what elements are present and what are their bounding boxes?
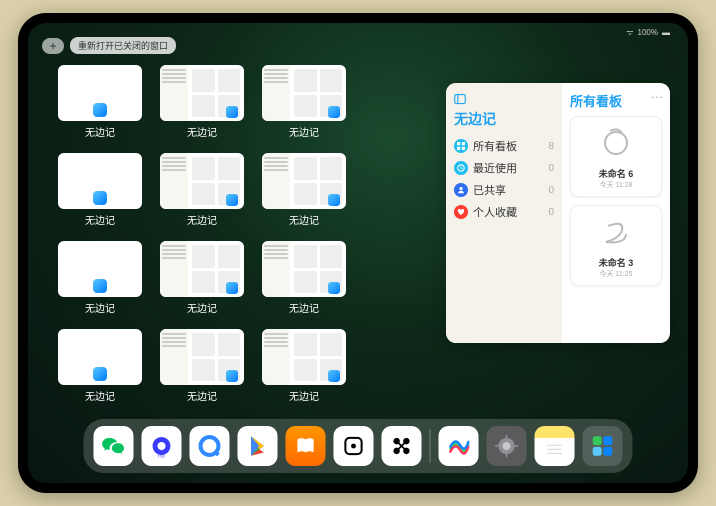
- status-bar: ᯤ 100% ▬: [626, 27, 670, 38]
- thumb-label: 无边记: [289, 124, 319, 139]
- window-thumbnail[interactable]: 无边记: [262, 329, 346, 403]
- thumb-label: 无边记: [289, 300, 319, 315]
- top-bar: + 重新打开已关闭的窗口: [42, 37, 176, 54]
- battery-icon: ▬: [662, 28, 670, 37]
- scribble-preview-icon: [591, 212, 641, 252]
- dock-app-connect[interactable]: [382, 426, 422, 466]
- dock: HD: [84, 419, 633, 473]
- menu-label: 已共享: [473, 182, 506, 198]
- thumb-label: 无边记: [85, 388, 115, 403]
- thumb-label: 无边记: [187, 300, 217, 315]
- person-icon: [454, 183, 468, 197]
- thumb-label: 无边记: [85, 300, 115, 315]
- battery-label: 100%: [638, 28, 658, 37]
- menu-count: 0: [548, 207, 554, 218]
- clock-icon: [454, 161, 468, 175]
- menu-label: 最近使用: [473, 160, 517, 176]
- grid-icon: [454, 139, 468, 153]
- new-window-button[interactable]: +: [42, 38, 64, 54]
- window-thumbnail[interactable]: 无边记: [58, 153, 142, 227]
- window-grid: 无边记 无边记 无边记 无边记 无边记 无边记 无边记 无边记 无边记 无边记 …: [58, 65, 448, 403]
- wifi-icon: ᯤ: [626, 27, 633, 38]
- menu-favorites[interactable]: 个人收藏 0: [454, 201, 554, 223]
- ipad-frame: ᯤ 100% ▬ + 重新打开已关闭的窗口 无边记 无边记 无边记 无边记 无边…: [18, 13, 698, 493]
- menu-shared[interactable]: 已共享 0: [454, 179, 554, 201]
- window-thumbnail[interactable]: 无边记: [58, 65, 142, 139]
- window-thumbnail[interactable]: 无边记: [160, 329, 244, 403]
- menu-label: 个人收藏: [473, 204, 517, 220]
- thumb-label: 无边记: [187, 388, 217, 403]
- dock-app-dice[interactable]: [334, 426, 374, 466]
- dock-app-play[interactable]: [238, 426, 278, 466]
- panel-right-title: 所有看板: [570, 91, 662, 110]
- menu-recent[interactable]: 最近使用 0: [454, 157, 554, 179]
- window-thumbnail[interactable]: 无边记: [160, 153, 244, 227]
- scribble-preview-icon: [591, 123, 641, 163]
- panel-title: 无边记: [454, 109, 554, 129]
- board-card[interactable]: 未命名 6 今天 11:28: [570, 116, 662, 197]
- screen: ᯤ 100% ▬ + 重新打开已关闭的窗口 无边记 无边记 无边记 无边记 无边…: [28, 23, 688, 483]
- dock-app-wechat[interactable]: [94, 426, 134, 466]
- thumb-label: 无边记: [289, 388, 319, 403]
- board-card[interactable]: 未命名 3 今天 11:25: [570, 205, 662, 286]
- thumb-label: 无边记: [289, 212, 319, 227]
- dock-app-settings[interactable]: [487, 426, 527, 466]
- menu-count: 8: [548, 141, 554, 152]
- dock-divider: [430, 429, 431, 463]
- window-thumbnail[interactable]: 无边记: [262, 65, 346, 139]
- window-thumbnail[interactable]: 无边记: [160, 241, 244, 315]
- dock-app-books[interactable]: [286, 426, 326, 466]
- sidebar-toggle-icon[interactable]: [454, 93, 554, 105]
- card-sub: 今天 11:28: [577, 180, 655, 190]
- window-thumbnail[interactable]: 无边记: [58, 241, 142, 315]
- menu-all-boards[interactable]: 所有看板 8: [454, 135, 554, 157]
- freeform-panel[interactable]: ... 无边记 所有看板 8 最近使用 0 已共享: [446, 83, 670, 343]
- window-thumbnail[interactable]: 无边记: [262, 241, 346, 315]
- menu-count: 0: [548, 163, 554, 174]
- window-thumbnail[interactable]: 无边记: [262, 153, 346, 227]
- heart-icon: [454, 205, 468, 219]
- menu-label: 所有看板: [473, 138, 517, 154]
- window-thumbnail[interactable]: 无边记: [160, 65, 244, 139]
- card-sub: 今天 11:25: [577, 269, 655, 279]
- thumb-label: 无边记: [85, 124, 115, 139]
- panel-sidebar: 无边记 所有看板 8 最近使用 0 已共享 0: [446, 83, 562, 343]
- thumb-label: 无边记: [187, 124, 217, 139]
- dock-app-library[interactable]: [583, 426, 623, 466]
- dock-app-notes[interactable]: [535, 426, 575, 466]
- menu-count: 0: [548, 185, 554, 196]
- panel-content: 所有看板 未命名 6 今天 11:28 未命名 3 今天 11:25: [562, 83, 670, 343]
- dock-app-qbrowser[interactable]: [190, 426, 230, 466]
- card-name: 未命名 6: [577, 167, 655, 180]
- thumb-label: 无边记: [187, 212, 217, 227]
- card-name: 未命名 3: [577, 256, 655, 269]
- panel-more-icon[interactable]: ...: [651, 87, 664, 101]
- reopen-closed-window-button[interactable]: 重新打开已关闭的窗口: [70, 37, 176, 54]
- svg-text:HD: HD: [158, 453, 166, 459]
- dock-app-freeform[interactable]: [439, 426, 479, 466]
- thumb-label: 无边记: [85, 212, 115, 227]
- dock-app-quark[interactable]: HD: [142, 426, 182, 466]
- window-thumbnail[interactable]: 无边记: [58, 329, 142, 403]
